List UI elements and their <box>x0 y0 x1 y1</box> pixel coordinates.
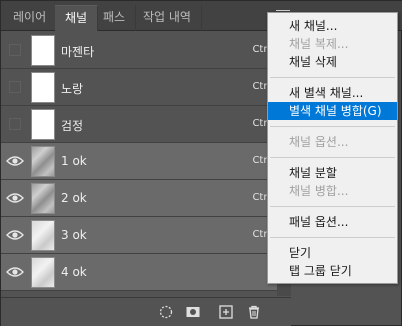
channel-thumbnail <box>31 183 55 214</box>
channel-thumbnail <box>31 146 55 177</box>
channel-name: 마젠타 <box>61 45 95 59</box>
channel-thumbnail <box>31 220 55 251</box>
tab-paths[interactable]: 패스 <box>93 5 137 31</box>
channel-name: 1 ok <box>61 154 87 168</box>
channel-list: 마젠타 Ctrl+4 노랑 Ctrl+5 검정 Ctrl+6 1 ok Ctrl… <box>1 32 291 291</box>
menu-item-panel-options[interactable]: 패널 옵션... <box>268 213 397 231</box>
channel-name: 4 ok <box>61 265 87 279</box>
channel-row-magenta[interactable]: 마젠타 Ctrl+4 <box>1 32 291 69</box>
tab-history[interactable]: 작업 내역 <box>133 5 202 31</box>
menu-item-close-tab-group[interactable]: 탭 그룹 닫기 <box>268 262 397 280</box>
eye-icon[interactable] <box>6 226 24 244</box>
menu-item-delete-channel[interactable]: 채널 삭제 <box>268 53 397 71</box>
channel-row-4ok[interactable]: 4 ok <box>1 254 291 291</box>
channel-name: 2 ok <box>61 191 87 205</box>
menu-item-duplicate-channel: 채널 복제... <box>289 37 349 51</box>
menu-separator <box>270 237 395 238</box>
channel-thumbnail <box>31 109 55 140</box>
delete-icon[interactable] <box>246 304 262 320</box>
eye-icon[interactable] <box>6 263 24 281</box>
channel-name: 노랑 <box>61 82 84 96</box>
new-channel-icon[interactable] <box>218 304 234 320</box>
menu-separator <box>270 206 395 207</box>
eye-icon[interactable] <box>6 152 24 170</box>
channel-row-3ok[interactable]: 3 ok Ctrl+9 <box>1 217 291 254</box>
visibility-toggle[interactable] <box>9 118 21 130</box>
menu-separator <box>270 157 395 158</box>
menu-item-close[interactable]: 닫기 <box>268 244 397 262</box>
eye-icon[interactable] <box>6 189 24 207</box>
tab-layers[interactable]: 레이어 <box>3 5 58 31</box>
menu-separator <box>270 126 395 127</box>
save-selection-icon[interactable] <box>185 304 201 320</box>
channel-row-black[interactable]: 검정 Ctrl+6 <box>1 106 291 143</box>
menu-separator <box>270 77 395 78</box>
channel-thumbnail <box>31 72 55 103</box>
menu-item-merge-spot-channel[interactable]: 별색 채널 병합(G) <box>268 102 397 120</box>
visibility-toggle[interactable] <box>9 81 21 93</box>
menu-item-split-channels[interactable]: 채널 분할 <box>268 164 397 182</box>
channel-row-yellow[interactable]: 노랑 Ctrl+5 <box>1 69 291 106</box>
visibility-toggle[interactable] <box>9 44 21 56</box>
channel-thumbnail <box>31 35 55 66</box>
panel-bottom-toolbar <box>1 297 291 326</box>
tab-channels[interactable]: 채널 <box>55 5 99 31</box>
channel-name: 검정 <box>61 119 84 133</box>
channel-row-2ok[interactable]: 2 ok Ctrl+8 <box>1 180 291 217</box>
channel-thumbnail <box>31 257 55 288</box>
channel-name: 3 ok <box>61 228 87 242</box>
panel-context-menu: 새 채널... 채널 복제... 채널 삭제 새 별색 채널... 별색 채널 … <box>267 12 398 284</box>
menu-item-new-spot-channel[interactable]: 새 별색 채널... <box>268 84 397 102</box>
menu-item-channel-options: 채널 옵션... <box>289 135 349 149</box>
channel-row-1ok[interactable]: 1 ok Ctrl+7 <box>1 143 291 180</box>
load-selection-icon[interactable] <box>158 304 174 320</box>
menu-item-new-channel[interactable]: 새 채널... <box>268 17 397 35</box>
menu-item-merge-channels: 채널 병합... <box>289 184 349 198</box>
